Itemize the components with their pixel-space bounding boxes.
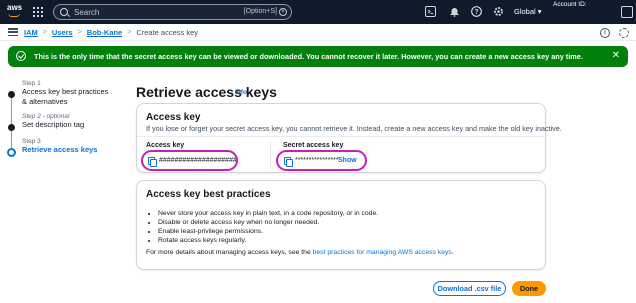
page-title: Retrieve access keys	[136, 84, 277, 100]
success-flash-banner: This is the only time that the secret ac…	[8, 46, 628, 67]
account-menu-icon[interactable]	[621, 6, 633, 18]
top-navigation: aws Search [Option+S] × ? Global ▾ Accou…	[0, 0, 636, 24]
best-practices-card: Access key best practices Never store yo…	[136, 180, 546, 270]
breadcrumb-iam[interactable]: IAM	[24, 28, 38, 37]
step-1-number: Step 1	[22, 80, 41, 87]
step-3-title: Retrieve access keys	[22, 145, 98, 154]
download-csv-button[interactable]: Download .csv file	[433, 281, 506, 296]
account-id-label[interactable]: Account ID:	[553, 1, 587, 8]
step-1-dot	[8, 91, 15, 98]
breadcrumb: IAM > Users > Bob-Kane > Create access k…	[24, 28, 198, 37]
search-shortcut: [Option+S]	[243, 8, 277, 15]
clock-icon[interactable]	[619, 28, 629, 38]
help-icon[interactable]: ?	[471, 6, 482, 17]
access-key-label: Access key	[146, 142, 185, 149]
services-grid-icon[interactable]	[33, 7, 43, 17]
done-button[interactable]: Done	[512, 281, 546, 296]
column-divider	[270, 141, 271, 169]
list-item: Enable least-privilege permissions.	[158, 227, 378, 236]
more-details-suffix: .	[451, 249, 454, 256]
best-practices-link[interactable]: best practices for managing AWS access k…	[313, 249, 452, 256]
step-3[interactable]: Step 3 Retrieve access keys	[22, 138, 97, 155]
best-practices-heading: Access key best practices	[146, 189, 271, 200]
chevron-right-icon: >	[127, 29, 132, 36]
step-2[interactable]: Step 2 - optional Set description tag	[22, 113, 84, 130]
list-item: Disable or delete access key when no lon…	[158, 218, 378, 227]
svg-text:?: ?	[474, 9, 478, 16]
breadcrumb-bar: IAM > Users > Bob-Kane > Create access k…	[0, 24, 636, 41]
cloudshell-icon[interactable]	[425, 6, 436, 17]
divider	[137, 136, 545, 137]
step-3-number: Step 3	[22, 138, 41, 145]
search-icon	[60, 8, 68, 16]
step-2-title: Set description tag	[22, 120, 85, 129]
steps-connector	[11, 93, 12, 151]
search-placeholder: Search	[74, 8, 100, 17]
more-details-text: For more details about managing access k…	[146, 249, 454, 256]
info-icon[interactable]: i	[600, 28, 610, 38]
aws-logo-text: aws	[7, 3, 23, 12]
list-item: Never store your access key in plain tex…	[158, 209, 378, 218]
step-3-dot	[7, 148, 16, 157]
best-practices-list: Never store your access key in plain tex…	[158, 209, 378, 245]
highlight-oval	[276, 150, 367, 171]
region-selector[interactable]: Global ▾	[514, 7, 542, 16]
highlight-oval	[141, 150, 238, 171]
gear-icon[interactable]	[493, 6, 504, 17]
menu-icon[interactable]	[8, 28, 18, 36]
list-item: Rotate access keys regularly.	[158, 236, 378, 245]
access-key-heading: Access key	[146, 112, 201, 123]
chevron-right-icon: >	[42, 29, 47, 36]
secret-access-key-label: Secret access key	[283, 142, 344, 149]
search-input[interactable]: Search [Option+S] ×	[53, 4, 292, 20]
info-link[interactable]: Info	[235, 89, 247, 96]
step-2-dot	[8, 124, 15, 131]
breadcrumb-user[interactable]: Bob-Kane	[87, 28, 122, 37]
aws-logo-smile	[8, 13, 20, 17]
access-key-description: If you lose or forget your secret access…	[146, 124, 562, 133]
check-circle-icon	[16, 51, 26, 61]
step-1-title: Access key best practices & alternatives	[22, 87, 109, 106]
breadcrumb-current: Create access key	[136, 28, 199, 37]
more-details-prefix: For more details about managing access k…	[146, 249, 313, 256]
flash-message: This is the only time that the secret ac…	[34, 52, 583, 61]
close-icon[interactable]: ✕	[612, 50, 620, 61]
chevron-right-icon: >	[77, 29, 82, 36]
bell-icon[interactable]	[449, 6, 460, 17]
clear-icon[interactable]: ×	[279, 8, 287, 16]
step-1[interactable]: Step 1 Access key best practices & alter…	[22, 80, 110, 107]
breadcrumb-users[interactable]: Users	[52, 28, 73, 37]
step-2-number: Step 2 - optional	[22, 113, 70, 120]
access-key-card: Access key If you lose or forget your se…	[136, 103, 562, 173]
aws-logo[interactable]: aws	[7, 3, 25, 21]
